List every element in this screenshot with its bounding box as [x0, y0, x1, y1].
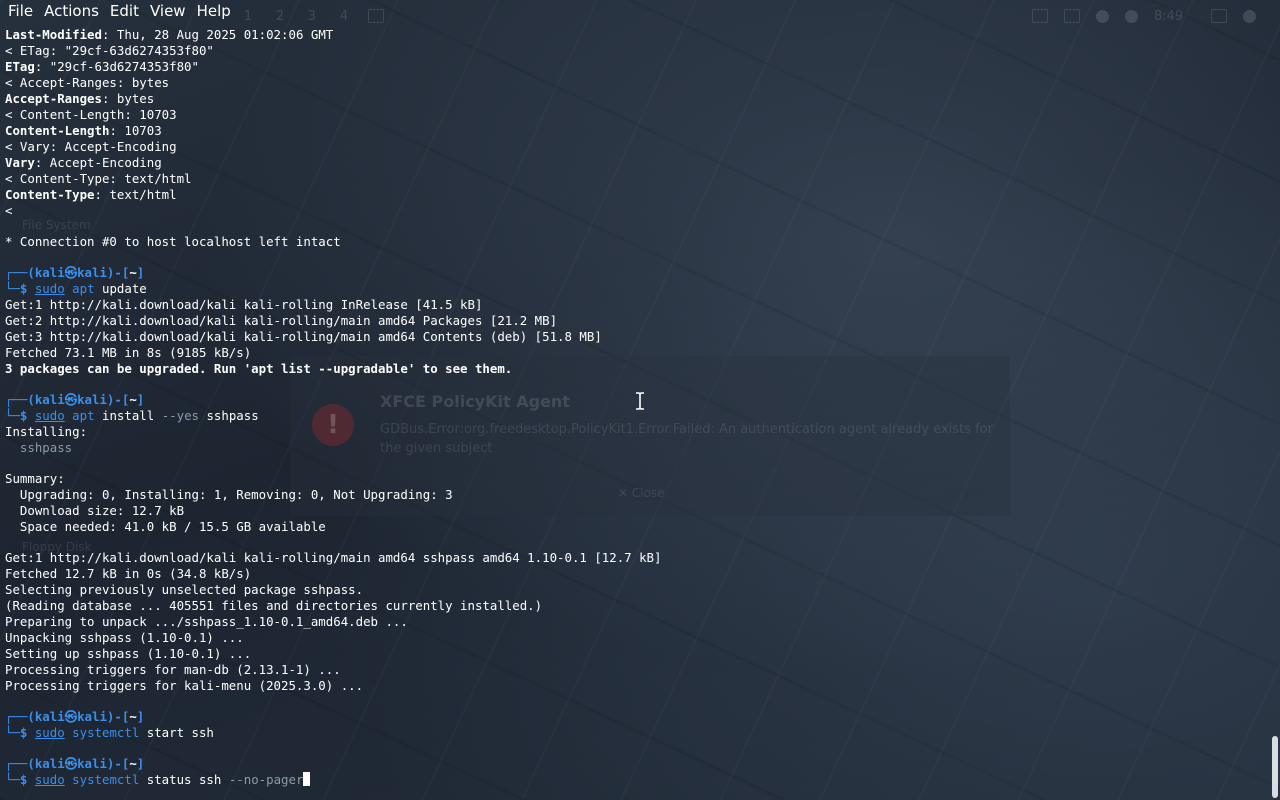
- prompt-user: kali: [34, 265, 65, 280]
- cmd-args: install: [94, 408, 162, 423]
- output-line: Get:1 http://kali.download/kali kali-rol…: [5, 550, 662, 565]
- header-line: < Accept-Ranges: bytes: [5, 75, 170, 90]
- prompt-user: kali: [34, 709, 65, 724]
- output-line: Fetched 73.1 MB in 8s (9185 kB/s): [5, 345, 252, 360]
- prompt-host: kali: [77, 756, 107, 771]
- command-line: └─$ sudo systemctl start ssh: [5, 725, 214, 740]
- installing-label: Installing:: [5, 424, 88, 439]
- menu-view[interactable]: View: [142, 0, 186, 22]
- cmd-program: systemctl: [72, 725, 140, 740]
- output-line: Processing triggers for kali-menu (2025.…: [5, 678, 364, 693]
- prompt-line: ┌──(kali㉿kali)-[~]: [5, 265, 145, 280]
- menu-actions[interactable]: Actions: [36, 0, 99, 22]
- summary-line: Upgrading: 0, Installing: 1, Removing: 0…: [5, 487, 453, 502]
- prompt-dir: ~: [129, 265, 137, 280]
- cmd-program: apt: [72, 281, 95, 296]
- header-line: Content-Length: 10703: [5, 123, 1266, 139]
- package-name: sshpass: [5, 440, 73, 455]
- output-line: (Reading database ... 405551 files and d…: [5, 598, 543, 613]
- prompt-line: ┌──(kali㉿kali)-[~]: [5, 756, 145, 771]
- cmd-args: update: [94, 281, 147, 296]
- header-line: < Content-Length: 10703: [5, 107, 177, 122]
- prompt-dir: ~: [129, 392, 137, 407]
- header-line: Last-Modified: Thu, 28 Aug 2025 01:02:06…: [5, 27, 1266, 43]
- output-line: Get:3 http://kali.download/kali kali-rol…: [5, 329, 602, 344]
- header-value: : Thu, 28 Aug 2025 01:02:06 GMT: [101, 27, 334, 42]
- output-line: Setting up sshpass (1.10-0.1) ...: [5, 646, 252, 661]
- cmd-sudo: sudo: [34, 408, 65, 423]
- header-value: : "29cf-63d6274353f80": [34, 59, 199, 74]
- cmd-args: start ssh: [139, 725, 214, 740]
- apt-update-output: Get:1 http://kali.download/kali kali-rol…: [5, 297, 1266, 361]
- header-value: : Accept-Encoding: [34, 155, 162, 170]
- summary-title: Summary:: [5, 471, 65, 486]
- prompt-dir: ~: [129, 709, 137, 724]
- output-line: Get:2 http://kali.download/kali kali-rol…: [5, 313, 558, 328]
- ibeam-cursor-icon: [636, 392, 644, 410]
- current-command-line[interactable]: └─$ sudo systemctl status ssh --no-pager: [5, 772, 1266, 788]
- cmd-sudo: sudo: [34, 281, 65, 296]
- menu-help[interactable]: Help: [189, 0, 231, 22]
- prompt-host: kali: [77, 392, 107, 407]
- summary-line: Space needed: 41.0 kB / 15.5 GB availabl…: [5, 519, 326, 534]
- cmd-program: apt: [72, 408, 95, 423]
- terminal-menubar: File Actions Edit View Help: [0, 0, 1280, 22]
- text-cursor: [303, 772, 311, 786]
- command-line: └─$ sudo apt install --yes sshpass: [5, 408, 259, 423]
- header-key: Last-Modified: [5, 27, 102, 42]
- summary-lines: Upgrading: 0, Installing: 1, Removing: 0…: [5, 487, 1266, 535]
- output-line: Selecting previously unselected package …: [5, 582, 364, 597]
- cmd-sudo: sudo: [34, 725, 65, 740]
- header-value: : text/html: [94, 187, 177, 202]
- prompt-host: kali: [77, 265, 107, 280]
- output-line: Fetched 12.7 kB in 0s (34.8 kB/s): [5, 566, 252, 581]
- header-key: Accept-Ranges: [5, 91, 102, 106]
- header-line: < ETag: "29cf-63d6274353f80": [5, 43, 214, 58]
- header-line: Accept-Ranges: bytes: [5, 91, 1266, 107]
- upgrade-notice: 3 packages can be upgraded. Run 'apt lis…: [5, 361, 513, 376]
- cmd-sudo: sudo: [34, 772, 65, 787]
- header-line: < Vary: Accept-Encoding: [5, 139, 177, 154]
- prompt-dir: ~: [129, 756, 137, 771]
- output-line: Preparing to unpack .../sshpass_1.10-0.1…: [5, 614, 408, 629]
- output-line: Unpacking sshpass (1.10-0.1) ...: [5, 630, 244, 645]
- cmd-program: systemctl: [72, 772, 140, 787]
- apt-install-output: Get:1 http://kali.download/kali kali-rol…: [5, 550, 1266, 694]
- menu-edit[interactable]: Edit: [102, 0, 139, 22]
- terminal-scrollbar[interactable]: [1272, 736, 1278, 798]
- header-line: < Content-Type: text/html: [5, 171, 192, 186]
- header-value: : bytes: [101, 91, 155, 106]
- command-line: └─$ sudo apt update: [5, 281, 147, 296]
- summary-line: Download size: 12.7 kB: [5, 503, 185, 518]
- prompt-line: ┌──(kali㉿kali)-[~]: [5, 709, 145, 724]
- prompt-host: kali: [77, 709, 107, 724]
- output-line: Get:1 http://kali.download/kali kali-rol…: [5, 297, 483, 312]
- header-line: Content-Type: text/html: [5, 187, 1266, 203]
- header-line: <: [5, 203, 13, 218]
- cmd-args: sshpass: [199, 408, 259, 423]
- header-key: ETag: [5, 59, 35, 74]
- cmd-option: --no-pager: [228, 772, 304, 787]
- header-value: : 10703: [109, 123, 162, 138]
- http-headers: Last-Modified: Thu, 28 Aug 2025 01:02:06…: [5, 27, 1266, 219]
- header-line: Vary: Accept-Encoding: [5, 155, 1266, 171]
- header-line: ETag: "29cf-63d6274353f80": [5, 59, 1266, 75]
- header-key: Content-Length: [5, 123, 110, 138]
- header-key: Content-Type: [5, 187, 95, 202]
- cmd-args: status ssh: [139, 772, 229, 787]
- header-key: Vary: [5, 155, 35, 170]
- prompt-user: kali: [34, 756, 65, 771]
- menu-file[interactable]: File: [0, 0, 33, 22]
- cmd-option: --yes: [161, 408, 199, 423]
- prompt-user: kali: [34, 392, 65, 407]
- output-line: Processing triggers for man-db (2.13.1-1…: [5, 662, 341, 677]
- connection-line: * Connection #0 to host localhost left i…: [5, 234, 341, 249]
